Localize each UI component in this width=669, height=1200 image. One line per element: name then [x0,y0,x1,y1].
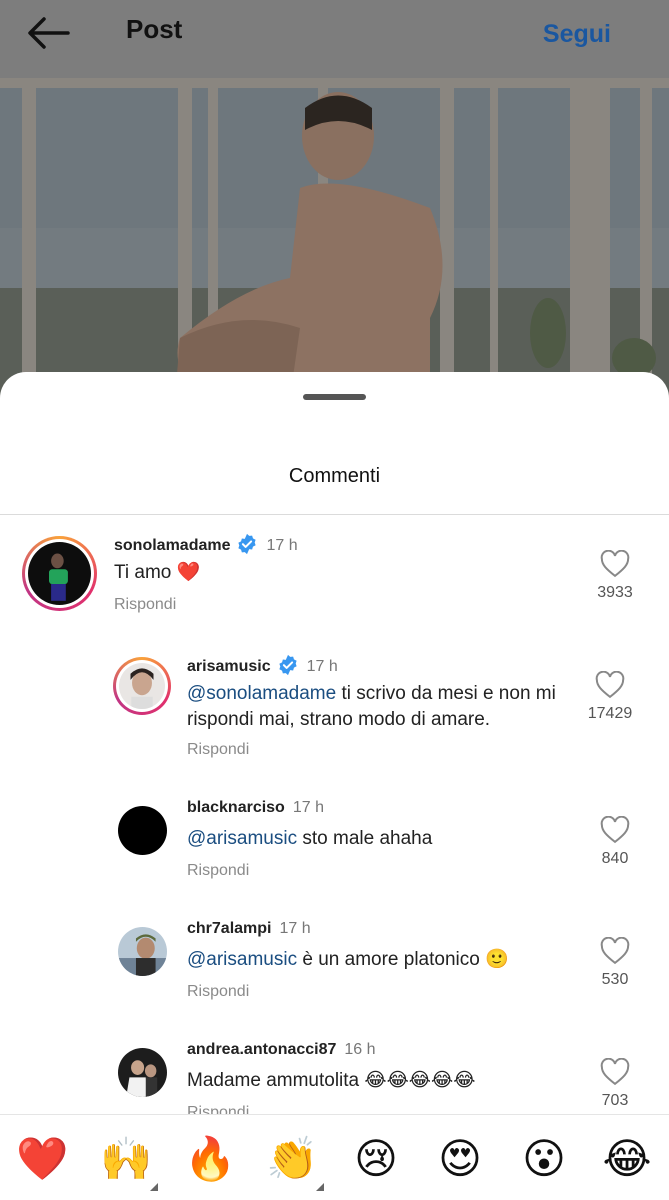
comment-username[interactable]: sonolamadame 17 h [114,533,298,555]
comment-username[interactable]: chr7alampi 17 h [187,920,311,938]
comment-text: @arisamusic sto male ahaha [187,828,433,849]
comment-text: @arisamusic è un amore platonico 🙂 [187,949,509,970]
comment-text: Ti amo ❤️ [114,562,201,583]
like-count: 17429 [587,705,633,722]
like-count: 840 [601,850,629,867]
comment-time: 17 h [279,920,311,937]
reply-button[interactable]: Rispondi [187,862,249,880]
follow-button[interactable]: Segui [543,20,611,49]
reply-button[interactable]: Rispondi [187,983,249,1001]
heart-icon [600,1058,630,1086]
avatar-image [119,663,165,709]
reply-button[interactable]: Rispondi [114,596,176,614]
divider [0,514,669,515]
avatar[interactable] [22,536,97,611]
mention-link[interactable]: @arisamusic [187,949,297,970]
emoji-heart-eyes-button[interactable]: 😍 [434,1133,486,1185]
emoji-raised-hands-button[interactable]: 🙌 [100,1133,158,1191]
emoji-surprised-button[interactable]: 😮 [518,1133,570,1185]
comment-time: 17 h [306,658,338,675]
comment-time: 16 h [344,1041,376,1058]
post-photo[interactable] [0,78,669,398]
emoji-clap-button[interactable]: 👏 [266,1133,324,1191]
avatar[interactable] [113,657,171,715]
heart-icon [595,671,625,699]
emoji-quick-bar: ❤️ 🙌 🔥 👏 😢 😍 😮 😂 [0,1114,669,1200]
mention-link[interactable]: @sonolamadame [187,683,336,704]
top-bar: Post Segui [0,0,669,78]
like-count: 703 [601,1092,629,1109]
emoji-heart-button[interactable]: ❤️ [16,1133,68,1185]
heart-icon [600,816,630,844]
emoji-fire-button[interactable]: 🔥 [184,1133,236,1185]
like-button[interactable]: 530 [585,937,645,989]
mention-link[interactable]: @arisamusic [187,828,297,849]
emoji-crying-button[interactable]: 😢 [350,1133,402,1185]
like-button[interactable]: 703 [585,1058,645,1110]
like-button[interactable]: 17429 [580,671,640,723]
verified-badge-icon [278,654,297,676]
comment-username[interactable]: andrea.antonacci87 16 h [187,1041,376,1059]
back-arrow-icon[interactable] [24,14,72,52]
avatar[interactable] [118,806,167,855]
page-title: Post [126,14,183,44]
comment-time: 17 h [292,799,324,816]
emoji-laughing-button[interactable]: 😂 [601,1133,653,1185]
sheet-title: Commenti [288,465,381,487]
comment-username[interactable]: arisamusic 17 h [187,654,338,676]
like-button[interactable]: 3933 [585,550,645,602]
heart-icon [600,937,630,965]
comment-username[interactable]: blacknarciso 17 h [187,799,324,817]
sheet-drag-handle[interactable] [303,394,366,400]
avatar-image [118,1048,167,1097]
comment-text: @sonolamadame ti scrivo da mesi e non mi… [187,683,556,730]
skin-tone-indicator-icon [316,1183,324,1191]
like-button[interactable]: 840 [585,816,645,868]
avatar-image [118,927,167,976]
like-count: 3933 [597,584,633,601]
heart-icon [600,550,630,578]
comment-text: Madame ammutolita 😂😂😂😂😂 [187,1070,476,1091]
avatar-image [28,542,91,605]
verified-badge-icon [238,533,257,555]
comment-time: 17 h [266,537,298,554]
comments-sheet: Commenti sonolamadame 17 h Ti amo ❤️ Risp… [0,372,669,1200]
avatar[interactable] [118,1048,167,1097]
reply-button[interactable]: Rispondi [187,741,249,759]
skin-tone-indicator-icon [150,1183,158,1191]
avatar[interactable] [118,927,167,976]
like-count: 530 [601,971,629,988]
